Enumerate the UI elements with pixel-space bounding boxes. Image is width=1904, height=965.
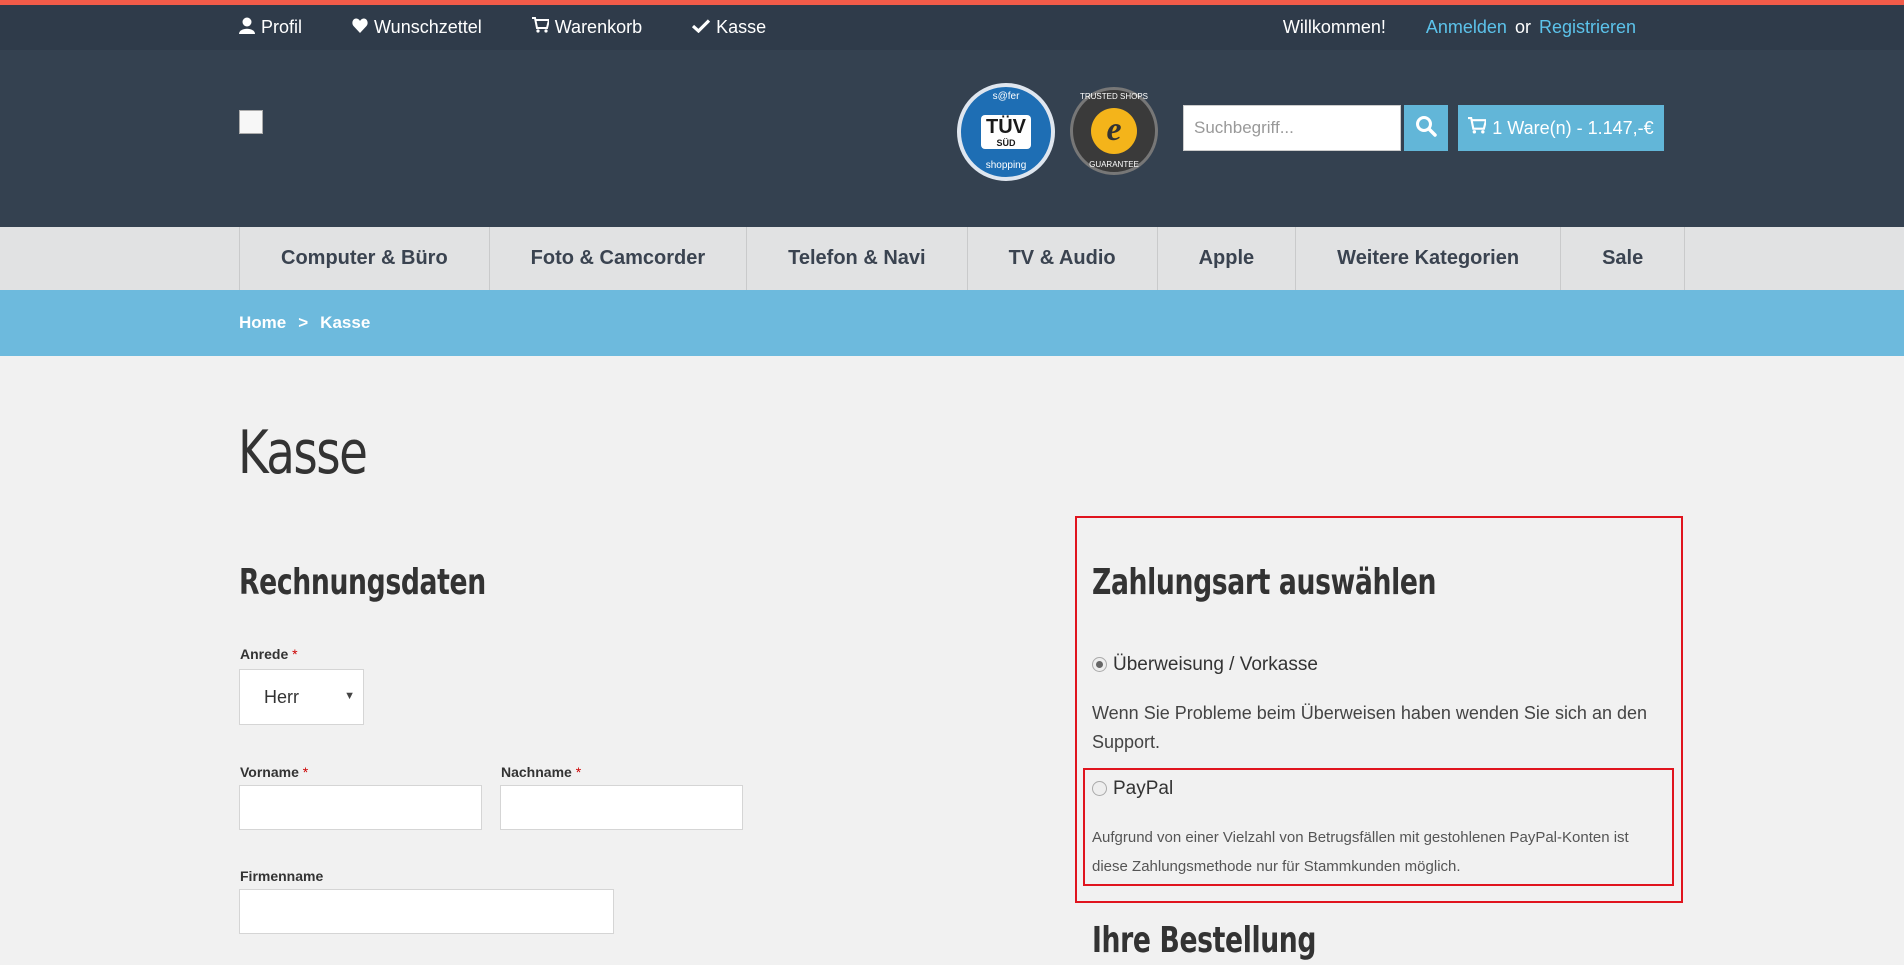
auth-links: Willkommen! Anmelden or Registrieren [1283,5,1636,50]
trusted-shops-e-icon: e [1091,108,1137,154]
payment-option-transfer-label[interactable]: Überweisung / Vorkasse [1113,654,1318,676]
cart-link[interactable]: Warenkorb [531,17,643,38]
company-label: Firmenname [240,868,324,884]
breadcrumb-current: Kasse [320,313,371,332]
category-apple[interactable]: Apple [1158,227,1297,290]
welcome-text: Willkommen! [1282,17,1386,37]
dropdown-arrow-icon: ▼ [344,690,355,702]
tuv-sud-badge[interactable]: s@fer TÜV SÜD shopping [957,83,1055,181]
company-field[interactable] [239,889,614,934]
category-weitere-kategorien[interactable]: Weitere Kategorien [1296,227,1562,290]
top-bar: Profil Wunschzettel Warenkorb Kasse Will… [0,0,1904,50]
checkout-label: Kasse [716,17,767,37]
or-text: or [1514,17,1531,37]
user-icon [239,17,255,39]
trusted-top-text: TRUSTED SHOPS [1079,92,1148,101]
salutation-value: Herr [264,686,299,707]
profile-link[interactable]: Profil [239,17,302,39]
mini-cart-button[interactable]: 1 Ware(n) - 1.147,-€ [1458,105,1664,151]
search-input[interactable] [1183,105,1401,151]
payment-option-paypal-label[interactable]: PayPal [1113,778,1173,800]
account-nav: Profil Wunschzettel Warenkorb Kasse [239,5,816,50]
firstname-field[interactable] [239,785,482,830]
cart-icon [1468,117,1488,139]
category-sale[interactable]: Sale [1561,227,1686,290]
search-button[interactable] [1404,105,1448,151]
search-icon [1415,115,1437,142]
login-link[interactable]: Anmelden [1426,17,1507,38]
tuv-top-text: s@fer [992,91,1020,102]
trusted-shops-badge[interactable]: TRUSTED SHOPS e GUARANTEE [1070,87,1158,175]
wishlist-link[interactable]: Wunschzettel [352,17,482,38]
payment-option-paypal-radio[interactable] [1092,781,1107,796]
category-nav: Computer & Büro Foto & Camcorder Telefon… [0,227,1904,290]
heart-icon [352,17,368,38]
profile-label: Profil [261,17,303,37]
order-heading: Ihre Bestellung [1092,920,1317,961]
breadcrumb: Home > Kasse [239,290,370,356]
payment-option-transfer-radio[interactable] [1092,657,1107,672]
category-tv-audio[interactable]: TV & Audio [968,227,1158,290]
payment-heading: Zahlungsart auswählen [1092,562,1437,603]
register-link[interactable]: Registrieren [1539,17,1636,38]
category-telefon-navi[interactable]: Telefon & Navi [747,227,968,290]
broken-logo-image[interactable] [239,110,263,134]
category-computer-buero[interactable]: Computer & Büro [240,227,490,290]
page-title: Kasse [238,418,368,488]
wishlist-label: Wunschzettel [374,17,482,37]
cart-summary: 1 Ware(n) - 1.147,-€ [1492,117,1654,138]
tuv-logo: TÜV SÜD [981,115,1031,149]
billing-heading: Rechnungsdaten [239,562,486,603]
checkout-link[interactable]: Kasse [692,17,766,38]
checkmark-icon [692,17,711,38]
breadcrumb-bar: Home > Kasse [0,290,1904,356]
payment-option-transfer-note: Wenn Sie Probleme beim Überweisen haben … [1092,703,1648,752]
lastname-label: Nachname * [501,764,582,780]
breadcrumb-home[interactable]: Home [239,313,286,333]
tuv-bottom-text: shopping [985,160,1027,171]
firstname-label: Vorname * [240,764,309,780]
cart-icon [531,17,551,38]
payment-option-paypal-note: Aufgrund von einer Vielzahl von Betrugsf… [1092,829,1629,875]
salutation-label: Anrede * [240,646,298,662]
salutation-select[interactable]: Herr ▼ [239,669,364,725]
trusted-bottom-text: GUARANTEE [1089,160,1139,169]
breadcrumb-separator: > [298,313,309,332]
cart-label: Warenkorb [554,17,643,37]
lastname-field[interactable] [500,785,743,830]
category-foto-camcorder[interactable]: Foto & Camcorder [490,227,748,290]
